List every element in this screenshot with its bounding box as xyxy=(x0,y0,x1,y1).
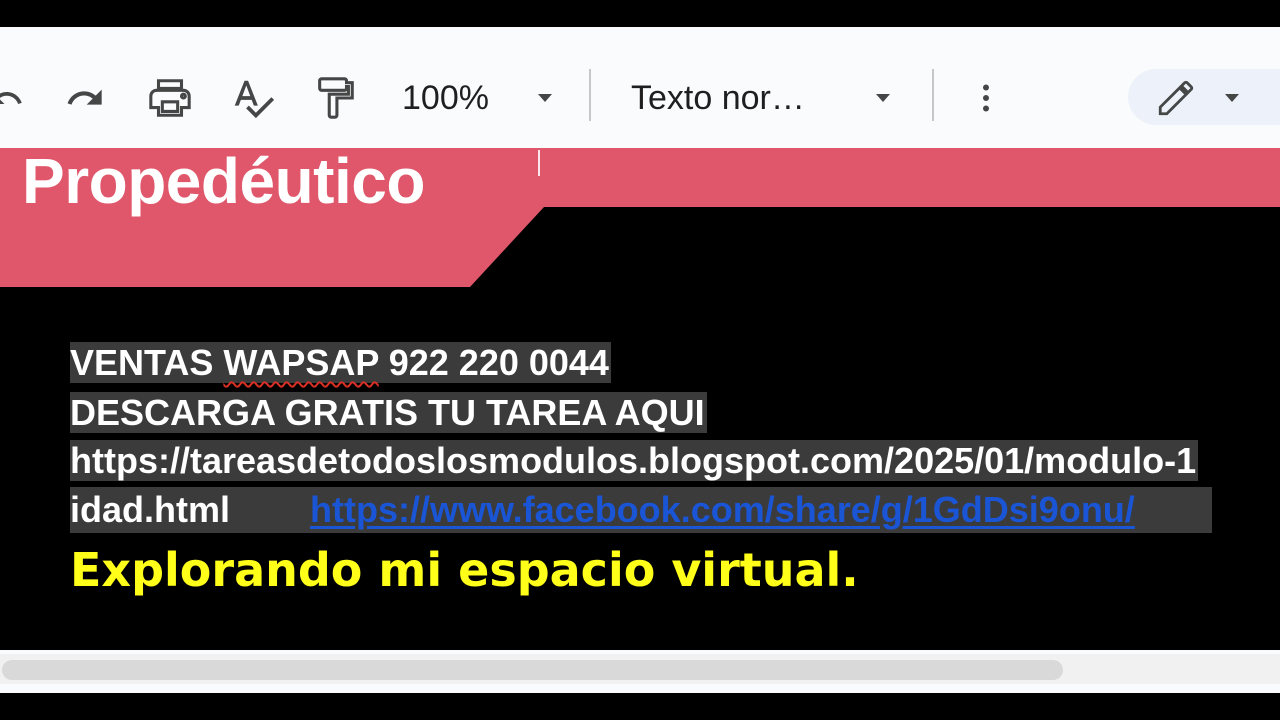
zoom-dropdown[interactable] xyxy=(528,71,562,125)
more-options-button[interactable] xyxy=(968,71,1004,125)
descarga-text: DESCARGA GRATIS TU TAREA AQUI xyxy=(70,392,707,433)
redo-button[interactable] xyxy=(62,71,108,125)
docs-window: 100% Texto nor… Propedéutico VENTAS WAPS… xyxy=(0,27,1280,693)
misspelled-word[interactable]: WAPSAP xyxy=(223,342,378,383)
paint-format-icon xyxy=(318,77,354,119)
horizontal-scrollbar-thumb[interactable] xyxy=(2,660,1063,680)
spellcheck-button[interactable] xyxy=(228,71,278,125)
spellcheck-icon xyxy=(234,80,275,119)
zoom-value[interactable]: 100% xyxy=(402,73,489,123)
descarga-line: DESCARGA GRATIS TU TAREA AQUI xyxy=(70,390,707,436)
ventas-line: VENTAS WAPSAP 922 220 0044 xyxy=(70,340,611,386)
yellow-heading: Explorando mi espacio virtual. xyxy=(70,543,859,597)
undo-icon xyxy=(0,92,22,104)
print-button[interactable] xyxy=(144,71,196,125)
paragraph-style-dropdown[interactable] xyxy=(866,71,900,125)
text-cursor xyxy=(538,150,540,176)
editing-mode-pencil[interactable] xyxy=(1152,71,1200,125)
ventas-text-c: 922 220 0044 xyxy=(378,342,609,383)
chevron-down-icon xyxy=(876,94,890,102)
url-line-2: idad.html https://www.facebook.com/share/… xyxy=(70,487,1212,533)
toolbar: 100% Texto nor… xyxy=(0,27,1280,148)
editing-mode-button[interactable] xyxy=(1128,69,1280,125)
chevron-down-icon xyxy=(1225,94,1239,102)
toolbar-divider xyxy=(932,69,934,121)
url-line-1: https://tareasdetodoslosmodulos.blogspot… xyxy=(70,438,1199,484)
more-vert-icon xyxy=(983,84,989,112)
blog-url-text: https://tareasdetodoslosmodulos.blogspot… xyxy=(70,440,1199,481)
banner-title: Propedéutico xyxy=(22,148,425,217)
document-canvas[interactable]: Propedéutico VENTAS WAPSAP 922 220 0044 … xyxy=(0,148,1280,650)
blog-url-text-cont: idad.html xyxy=(70,489,230,530)
toolbar-divider xyxy=(589,69,591,121)
print-icon xyxy=(149,79,191,117)
redo-icon xyxy=(67,89,102,105)
paint-format-button[interactable] xyxy=(310,71,360,125)
facebook-link[interactable]: https://www.facebook.com/share/g/1GdDsi9… xyxy=(310,489,1135,530)
undo-button[interactable] xyxy=(0,71,26,125)
paragraph-style-select[interactable]: Texto nor… xyxy=(631,73,805,123)
pencil-edit-icon xyxy=(1158,80,1194,116)
editing-mode-dropdown[interactable] xyxy=(1216,71,1248,125)
chevron-down-icon xyxy=(538,94,552,102)
ventas-text-a: VENTAS xyxy=(70,342,224,383)
